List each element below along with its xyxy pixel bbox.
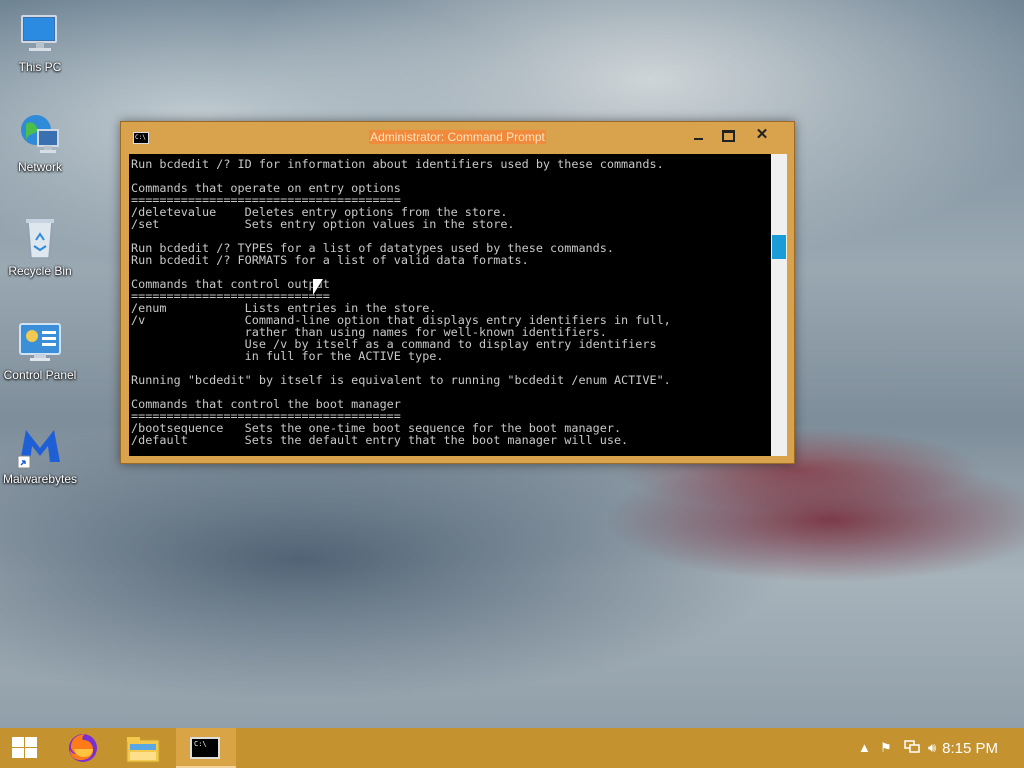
desktop-icon-label: Malwarebytes [2,472,78,486]
volume-icon[interactable]: 🔊︎ [928,740,936,756]
console-output[interactable]: Run bcdedit /? ID for information about … [129,154,771,456]
close-button[interactable]: ✕ [747,125,777,147]
recycle-bin-icon [16,214,64,262]
desktop-icon-malwarebytes[interactable]: Malwarebytes [2,422,78,486]
malwarebytes-icon [16,422,64,470]
close-icon: ✕ [755,126,769,143]
taskbar-file-explorer-button[interactable] [115,728,171,768]
window-titlebar[interactable]: C:\ Administrator: Command Prompt ✕ [121,122,794,152]
minimize-icon [693,138,703,140]
desktop-icon-label: Control Panel [3,368,77,382]
maximize-icon [721,130,735,142]
scrollbar-thumb[interactable] [772,235,786,259]
desktop-icon-recycle-bin[interactable]: Recycle Bin [2,214,78,278]
desktop-icon-control-panel[interactable]: Control Panel [2,318,78,382]
command-prompt-icon: C:\ [190,737,220,759]
network-icon[interactable] [904,740,920,757]
command-prompt-window[interactable]: C:\ Administrator: Command Prompt ✕ Run … [120,121,795,464]
mouse-cursor-icon [313,279,323,295]
this-pc-icon [16,10,64,58]
network-globe-icon [16,110,64,158]
window-title-text: Administrator: Command Prompt [369,130,546,144]
desktop-icon-label: This PC [18,60,62,74]
vertical-scrollbar[interactable] [771,154,787,456]
desktop-icon-this-pc[interactable]: This PC [2,10,78,74]
desktop-icon-network[interactable]: Network [2,110,78,174]
file-explorer-icon [126,737,160,763]
console-text: Run bcdedit /? ID for information about … [131,157,671,447]
taskbar-command-prompt-button[interactable]: C:\ [176,728,236,768]
chevron-up-icon[interactable]: ▲ [858,740,871,755]
control-panel-icon [16,318,64,366]
windows-logo-icon [12,737,38,759]
firefox-icon [69,734,97,762]
taskbar-firefox-button[interactable] [56,728,112,768]
maximize-button[interactable] [713,125,743,147]
start-button[interactable] [0,728,56,768]
desktop-icon-label: Recycle Bin [8,264,72,278]
desktop-icon-label: Network [17,160,62,174]
system-tray: ▲ ⚑ 🔊︎ 8:15 PM [824,728,1024,768]
taskbar: C:\ ▲ ⚑ 🔊︎ 8:15 PM [0,728,1024,768]
minimize-button[interactable] [683,125,713,147]
action-center-flag-icon[interactable]: ⚑ [880,740,892,756]
taskbar-clock[interactable]: 8:15 PM [942,740,998,757]
